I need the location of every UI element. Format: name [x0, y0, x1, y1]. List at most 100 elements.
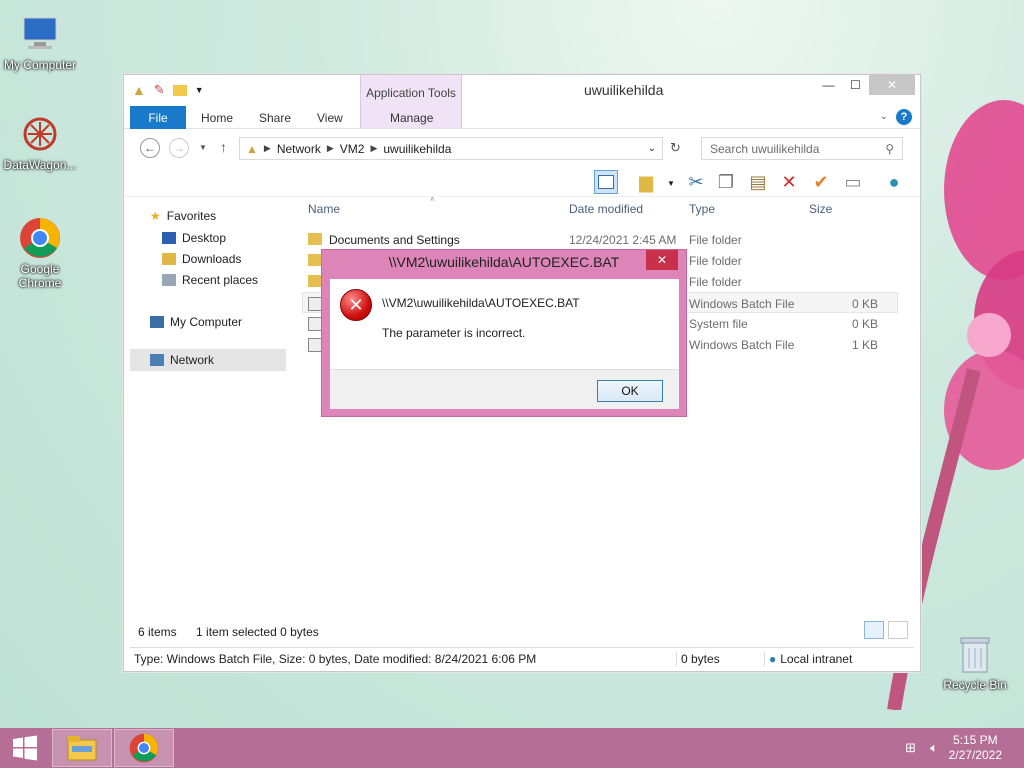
window-controls: — ☐ ✕ [815, 75, 915, 95]
dialog-body: ✕ \\VM2\uwuilikehilda\AUTOEXEC.BAT The p… [330, 279, 679, 369]
expand-ribbon-icon[interactable]: ⌄ [880, 111, 888, 122]
qat-dropdown-icon[interactable]: ▼ [195, 85, 204, 95]
minimize-button[interactable]: — [815, 75, 842, 95]
rename-icon[interactable]: ✔ [809, 170, 833, 194]
windows-logo-icon [13, 735, 37, 761]
paste-icon[interactable]: ▤ [746, 170, 770, 194]
column-name[interactable]: Name [308, 202, 340, 216]
row-type: Windows Batch File [689, 297, 795, 311]
volume-muted-icon[interactable]: 🔈︎ [930, 740, 938, 756]
row-type: File folder [689, 275, 742, 289]
tab-manage[interactable]: Manage [390, 111, 433, 125]
recent-places-icon [162, 274, 176, 286]
network-location-icon: ▲ [246, 141, 258, 156]
back-button[interactable]: ← [140, 138, 160, 158]
clock[interactable]: 5:15 PM 2/27/2022 [949, 733, 1002, 763]
taskbar-chrome[interactable] [114, 729, 174, 767]
row-size: 0 KB [852, 317, 879, 331]
network-tray-icon[interactable]: ⊞ [905, 740, 916, 756]
nav-label: Recent places [182, 273, 259, 287]
row-type: System file [689, 317, 748, 331]
start-button[interactable] [0, 729, 50, 767]
breadcrumb-folder[interactable]: uwuilikehilda [383, 142, 451, 156]
search-box[interactable]: Search uwuilikehilda ⚲ [701, 137, 903, 160]
nav-recent[interactable]: Recent places [162, 273, 258, 287]
ok-button[interactable]: OK [597, 380, 663, 402]
toolbar-dropdown-icon[interactable]: ▼ [667, 179, 675, 188]
ribbon-tabs: File Home Share View Manage ⌄ ? [124, 105, 920, 129]
breadcrumb-vm2[interactable]: VM2 [340, 142, 365, 156]
row-type: File folder [689, 233, 742, 247]
application-tools-label: Application Tools [366, 86, 456, 100]
new-folder-icon[interactable] [172, 84, 187, 96]
taskbar: ⊞ 🔈︎ 5:15 PM 2/27/2022 [0, 728, 1024, 768]
computer-icon [18, 12, 62, 56]
desktop-icon-my-computer[interactable]: My Computer [0, 12, 80, 72]
copy-icon[interactable]: ❐ [714, 170, 738, 194]
desktop-icon-recycle-bin[interactable]: Recycle Bin [935, 632, 1015, 692]
nav-desktop[interactable]: Desktop [162, 231, 226, 245]
properties-folder-icon[interactable]: ▆ [634, 170, 658, 194]
breadcrumb-network[interactable]: Network [277, 142, 321, 156]
desktop-folder-icon [162, 232, 176, 244]
error-dialog: \\VM2\uwuilikehilda\AUTOEXEC.BAT ✕ ✕ \\V… [321, 249, 687, 417]
help-icon[interactable]: ? [896, 109, 912, 125]
refresh-icon[interactable]: ↻ [670, 140, 681, 156]
details-bar: Type: Windows Batch File, Size: 0 bytes,… [130, 647, 914, 669]
column-size[interactable]: Size [809, 202, 832, 216]
nav-label: My Computer [170, 315, 243, 329]
cut-icon[interactable]: ✂ [684, 170, 708, 194]
sort-arrow-icon: ˄ [430, 195, 435, 204]
dialog-close-button[interactable]: ✕ [646, 250, 678, 270]
chrome-icon [18, 216, 62, 260]
tab-share[interactable]: Share [259, 111, 291, 125]
column-type[interactable]: Type [689, 202, 715, 216]
batch-file-icon [308, 338, 322, 352]
dialog-footer: OK [330, 369, 679, 409]
row-type: Windows Batch File [689, 338, 795, 352]
toolbar: ▆ ▼ ✂ ❐ ▤ ✕ ✔ ▭ ● [124, 165, 920, 197]
nav-my-computer[interactable]: My Computer [150, 315, 242, 329]
dialog-title: \\VM2\uwuilikehilda\AUTOEXEC.BAT [388, 254, 620, 270]
nav-downloads[interactable]: Downloads [162, 252, 241, 266]
details-zone: ● Local intranet [764, 651, 852, 666]
delete-icon[interactable]: ✕ [777, 170, 801, 194]
close-button[interactable]: ✕ [869, 75, 915, 95]
search-icon[interactable]: ⚲ [885, 142, 894, 156]
system-file-icon [308, 317, 322, 331]
tab-view[interactable]: View [317, 111, 343, 125]
details-info: Type: Windows Batch File, Size: 0 bytes,… [134, 651, 537, 666]
select-icon[interactable]: ▭ [841, 170, 865, 194]
tab-home[interactable]: Home [201, 111, 233, 125]
row-name: Documents and Settings [329, 233, 460, 247]
properties-icon[interactable]: ✎ [154, 82, 165, 98]
address-dropdown-icon[interactable]: ⌄ [648, 143, 656, 154]
column-date[interactable]: Date modified [569, 202, 643, 216]
taskbar-explorer[interactable] [52, 729, 112, 767]
desktop-icon-chrome[interactable]: Google Chrome [0, 216, 80, 290]
window-title: uwuilikehilda [584, 82, 664, 98]
nav-network[interactable]: Network [130, 349, 286, 371]
maximize-button[interactable]: ☐ [842, 75, 869, 95]
nav-favorites[interactable]: ★ Favorites [150, 209, 216, 223]
large-icons-view-icon[interactable] [888, 621, 908, 639]
network-globe-icon[interactable]: ● [882, 170, 906, 194]
tab-file[interactable]: File [130, 106, 186, 129]
desktop-icon-datawagon[interactable]: DataWagon... [0, 112, 80, 172]
preview-pane-icon[interactable] [594, 170, 618, 194]
address-row: ← → ▼ ↑ ▲ ▶ Network ▶ VM2 ▶ uwuilikehild… [124, 129, 920, 165]
nav-label: Desktop [182, 231, 227, 245]
error-icon: ✕ [340, 289, 372, 321]
forward-button[interactable]: → [169, 138, 189, 158]
address-bar[interactable]: ▲ ▶ Network ▶ VM2 ▶ uwuilikehilda ⌄ [239, 137, 663, 160]
recent-locations-icon[interactable]: ▼ [199, 143, 207, 152]
nav-label: Favorites [166, 209, 217, 223]
nav-label: Downloads [182, 252, 242, 266]
up-button[interactable]: ↑ [220, 139, 227, 155]
table-row[interactable]: Documents and Settings 12/24/2021 2:45 A… [302, 229, 898, 250]
clock-time: 5:15 PM [952, 733, 998, 747]
title-bar: ▲ ✎ ▼ Application Tools uwuilikehilda — … [124, 75, 920, 129]
details-view-icon[interactable] [864, 621, 884, 639]
folder-icon [308, 254, 322, 266]
desktop-icon-label: Recycle Bin [943, 678, 1007, 692]
